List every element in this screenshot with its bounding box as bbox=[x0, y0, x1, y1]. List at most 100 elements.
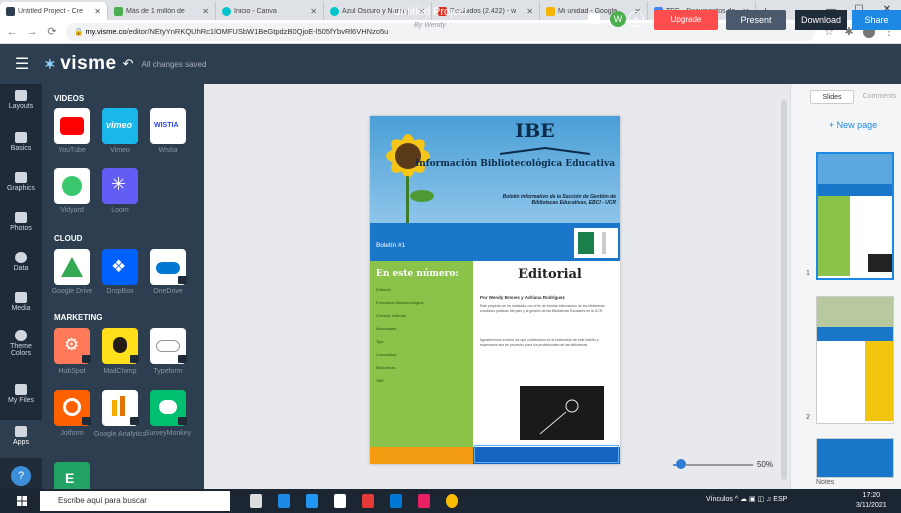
present-button[interactable]: Present bbox=[726, 10, 786, 30]
rail-label: Data bbox=[13, 265, 29, 272]
chrome-icon[interactable] bbox=[446, 494, 458, 508]
project-author: By Wendy bbox=[414, 22, 446, 29]
media-icon bbox=[15, 292, 27, 303]
slides-panel bbox=[790, 84, 901, 489]
dropbox-tile[interactable]: ❖ bbox=[102, 249, 138, 285]
close-tab-icon[interactable]: ✕ bbox=[202, 7, 209, 16]
thumb-yellow bbox=[865, 341, 893, 421]
favicon-icon bbox=[114, 6, 123, 16]
lock-icon bbox=[130, 417, 139, 425]
rail-layouts[interactable]: Layouts bbox=[0, 90, 42, 110]
rail-photos[interactable]: Photos bbox=[0, 212, 42, 232]
onedrive-icon bbox=[156, 262, 180, 274]
rail-label: Graphics bbox=[6, 185, 35, 192]
add-collaborator-icon[interactable]: + bbox=[628, 11, 644, 27]
upgrade-button[interactable]: Upgrade bbox=[654, 10, 718, 30]
windows-start-icon[interactable] bbox=[17, 496, 27, 506]
user-avatar[interactable]: W bbox=[610, 11, 626, 27]
thumb-band bbox=[817, 327, 893, 341]
rail-graphics[interactable]: Graphics bbox=[0, 172, 42, 192]
rail-media[interactable]: Media bbox=[0, 292, 42, 312]
close-tab-icon[interactable]: ✕ bbox=[310, 7, 317, 16]
clock-time: 17:20 bbox=[862, 492, 881, 499]
store-icon[interactable] bbox=[334, 494, 346, 508]
zoom-slider-handle[interactable] bbox=[676, 459, 686, 469]
browser-tab-visme[interactable]: Untitled Project - Cre ✕ bbox=[0, 2, 108, 20]
taskbar-search[interactable]: Escribe aquí para buscar bbox=[40, 491, 230, 511]
close-tab-icon[interactable]: ✕ bbox=[94, 7, 101, 16]
wistia-icon: WISTIA bbox=[154, 122, 179, 129]
tray-links[interactable]: Vínculos bbox=[706, 496, 733, 503]
loom-tile[interactable]: ✳ bbox=[102, 168, 138, 204]
clock[interactable]: 17:20 3/11/2021 bbox=[856, 491, 887, 511]
vimeo-tile[interactable]: vimeo bbox=[102, 108, 138, 144]
rail-theme-colors[interactable]: Theme Colors bbox=[0, 330, 42, 357]
zoom-track[interactable] bbox=[686, 464, 753, 466]
visme-logo[interactable]: ✶ visme bbox=[44, 53, 117, 75]
drive-favicon-icon bbox=[546, 6, 555, 16]
forward-arrow-icon[interactable]: → bbox=[26, 26, 38, 38]
undo-icon[interactable]: ↶ bbox=[123, 56, 134, 72]
logo-text: visme bbox=[60, 53, 117, 74]
thumb-photo bbox=[868, 254, 892, 272]
bulletin-number: Boletín #1 bbox=[376, 242, 406, 249]
selection-outline[interactable] bbox=[474, 445, 619, 463]
slide-thumbnail-1[interactable] bbox=[816, 152, 894, 280]
rail-my-files[interactable]: My Files bbox=[0, 384, 42, 404]
share-button[interactable]: Share bbox=[852, 10, 901, 30]
lock-icon bbox=[82, 417, 91, 425]
app-icon[interactable] bbox=[390, 494, 402, 508]
rail-label: Layouts bbox=[8, 103, 34, 110]
excel-tile[interactable]: E bbox=[54, 462, 90, 489]
app-icon[interactable] bbox=[418, 494, 430, 508]
editorial-paragraph: Este proyecto se ha realizado con el fin… bbox=[480, 304, 605, 313]
close-tab-icon[interactable]: ✕ bbox=[526, 7, 533, 16]
wistia-tile[interactable]: WISTIA bbox=[150, 108, 186, 144]
app-label: Wistia bbox=[158, 147, 178, 154]
edge-icon[interactable] bbox=[278, 494, 290, 508]
document-page[interactable]: IBE Información Bibliotecológica Educati… bbox=[370, 116, 620, 464]
contents-heading: En este número: bbox=[376, 269, 459, 279]
google-drive-tile[interactable] bbox=[54, 249, 90, 285]
slide-thumbnail-2[interactable] bbox=[816, 296, 894, 424]
comment-icon[interactable] bbox=[588, 13, 600, 24]
project-title[interactable]: Untitled Project bbox=[360, 6, 500, 18]
zoom-level: 50% bbox=[757, 460, 774, 469]
hubspot-icon: ⚙ bbox=[64, 335, 80, 354]
thumb-band bbox=[817, 439, 893, 477]
youtube-tile[interactable] bbox=[54, 108, 90, 144]
help-button[interactable]: ? bbox=[11, 466, 31, 486]
browser-tab-3[interactable]: Inicio - Canva ✕ bbox=[216, 2, 324, 20]
browser-tab-2[interactable]: Más de 1 millón de ✕ bbox=[108, 2, 216, 20]
rail-apps[interactable]: Apps bbox=[0, 420, 42, 458]
office-icon[interactable] bbox=[362, 494, 374, 508]
palette-icon bbox=[15, 330, 27, 341]
tab-slides[interactable]: Slides bbox=[810, 90, 854, 104]
task-view-icon[interactable] bbox=[250, 494, 262, 508]
editorial-heading: Editorial bbox=[518, 267, 582, 282]
rail-basics[interactable]: Basics bbox=[0, 132, 42, 152]
back-arrow-icon[interactable]: ← bbox=[6, 26, 18, 38]
tab-comments[interactable]: Comments bbox=[858, 90, 901, 104]
bulletin-description: Boletín informativo de la Sección de Ges… bbox=[502, 194, 616, 206]
vidyard-tile[interactable] bbox=[54, 168, 90, 204]
footer-orange-bar bbox=[370, 447, 473, 464]
url-host: my.visme.co bbox=[85, 26, 127, 36]
slide-thumbnail-3[interactable] bbox=[816, 438, 894, 478]
book-icon bbox=[499, 146, 591, 155]
apps-panel: VIDEOS vimeo WISTIA YouTube Vimeo Wistia… bbox=[42, 84, 204, 489]
notes-toggle[interactable]: Notes bbox=[816, 479, 834, 486]
new-page-button[interactable]: + New page bbox=[808, 120, 898, 130]
jotform-icon bbox=[63, 398, 81, 416]
reload-icon[interactable]: ⟳ bbox=[46, 25, 58, 38]
mail-icon[interactable] bbox=[306, 494, 318, 508]
tab-title: Más de 1 millón de bbox=[126, 7, 185, 15]
download-button[interactable]: Download bbox=[795, 10, 847, 30]
lock-icon bbox=[130, 355, 139, 363]
app-label: Typeform bbox=[153, 368, 183, 375]
rail-data[interactable]: Data bbox=[0, 252, 42, 272]
canva-favicon-icon bbox=[330, 6, 339, 16]
language-indicator[interactable]: ESP bbox=[773, 496, 787, 503]
hamburger-menu-icon[interactable]: ☰ bbox=[0, 54, 44, 74]
canvas-scrollbar[interactable] bbox=[781, 100, 787, 480]
